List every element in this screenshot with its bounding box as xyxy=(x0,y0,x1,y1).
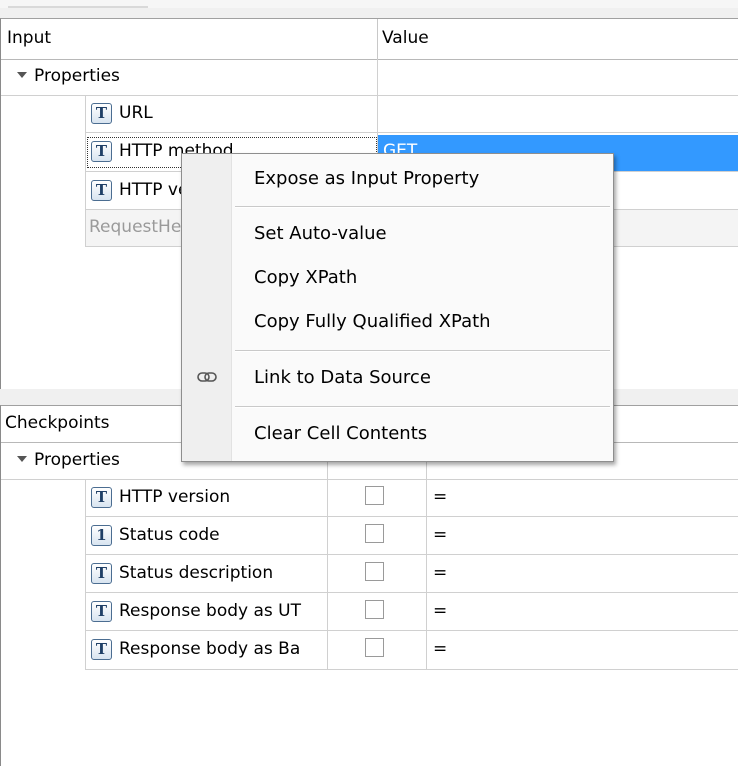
checkpoint-checkbox[interactable] xyxy=(365,562,384,581)
properties-group-row[interactable]: Properties xyxy=(1,59,738,95)
link-icon xyxy=(197,372,217,382)
checkpoint-row-status-description[interactable]: T Status description = xyxy=(1,556,738,592)
column-divider[interactable] xyxy=(377,19,378,59)
menu-item-expose-input-property[interactable]: Expose as Input Property xyxy=(254,168,479,189)
text-type-icon: T xyxy=(91,601,112,622)
menu-item-link-to-data-source[interactable]: Link to Data Source xyxy=(254,367,431,388)
checkpoint-row-label: Status description xyxy=(119,563,274,583)
row-divider xyxy=(85,669,738,670)
value-column-header[interactable]: Value xyxy=(382,28,429,48)
text-type-icon: T xyxy=(91,103,112,124)
checkpoint-checkbox[interactable] xyxy=(365,600,384,619)
checkpoint-row-http-version[interactable]: T HTTP version = xyxy=(1,480,738,516)
operator-label[interactable]: = xyxy=(433,601,447,621)
checkpoint-row-label: Status code xyxy=(119,525,220,545)
row-divider xyxy=(85,132,738,133)
checkpoint-checkbox[interactable] xyxy=(365,486,384,505)
input-row-label: URL xyxy=(119,103,153,123)
text-type-icon: T xyxy=(91,563,112,584)
input-grid-header: Input Value xyxy=(1,19,738,60)
operator-label[interactable]: = xyxy=(433,487,447,507)
menu-item-copy-fully-qualified-xpath[interactable]: Copy Fully Qualified XPath xyxy=(254,311,491,332)
checkpoint-row-label: Response body as Ba xyxy=(119,639,301,659)
menu-separator xyxy=(235,206,610,208)
row-divider xyxy=(85,630,738,631)
row-divider xyxy=(85,592,738,593)
row-divider xyxy=(85,516,738,517)
menu-item-set-auto-value[interactable]: Set Auto-value xyxy=(254,223,387,244)
menu-separator xyxy=(235,406,610,408)
operator-label[interactable]: = xyxy=(433,563,447,583)
text-type-icon: T xyxy=(91,639,112,660)
menu-item-clear-cell-contents[interactable]: Clear Cell Contents xyxy=(254,423,427,444)
menu-item-copy-xpath[interactable]: Copy XPath xyxy=(254,267,357,288)
checkpoints-header[interactable]: Checkpoints xyxy=(5,413,110,433)
checkpoint-row-label: Response body as UT xyxy=(119,601,302,621)
collapse-arrow-icon[interactable] xyxy=(17,456,27,462)
group-label: Properties xyxy=(34,450,120,470)
group-label: Properties xyxy=(34,66,120,86)
collapse-arrow-icon[interactable] xyxy=(17,72,27,78)
operator-label[interactable]: = xyxy=(433,525,447,545)
operator-label[interactable]: = xyxy=(433,639,447,659)
number-type-icon: 1 xyxy=(91,525,112,546)
text-type-icon: T xyxy=(91,487,112,508)
text-type-icon: T xyxy=(91,141,112,162)
checkpoint-row-response-body-base64[interactable]: T Response body as Ba = xyxy=(1,632,738,668)
tab-underline xyxy=(8,6,148,8)
checkpoint-row-response-body-utf[interactable]: T Response body as UT = xyxy=(1,594,738,630)
context-menu: Expose as Input Property Set Auto-value … xyxy=(181,153,614,462)
input-column-header[interactable]: Input xyxy=(7,28,51,48)
top-strip xyxy=(0,0,738,8)
checkpoint-checkbox[interactable] xyxy=(365,524,384,543)
checkpoint-row-label: HTTP version xyxy=(119,487,231,507)
indent-line xyxy=(85,96,86,247)
checkpoint-row-status-code[interactable]: 1 Status code = xyxy=(1,518,738,554)
checkpoint-checkbox[interactable] xyxy=(365,638,384,657)
row-divider xyxy=(85,554,738,555)
text-type-icon: T xyxy=(91,180,112,201)
menu-icon-gutter xyxy=(182,154,232,461)
menu-separator xyxy=(235,350,610,352)
input-row-url[interactable]: T URL xyxy=(1,96,738,132)
